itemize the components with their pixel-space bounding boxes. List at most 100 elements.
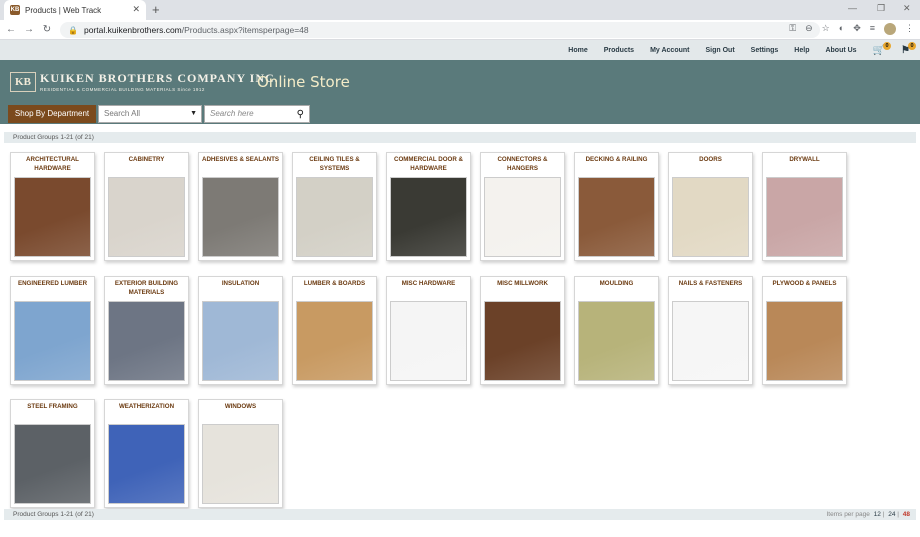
search-input[interactable]: Search here ⚲ [204,105,310,123]
category-card[interactable]: COMMERCIAL DOOR & HARDWARE [386,152,471,261]
commercial-door-image[interactable] [390,177,467,257]
search-scope-select[interactable]: Search All ▼ [98,105,202,123]
category-title[interactable]: DOORS [669,155,752,177]
lumber-lift-image[interactable] [14,300,91,381]
category-card[interactable]: ADHESIVES & SEALANTS [198,152,283,261]
profile-avatar[interactable] [884,23,896,35]
new-tab-icon[interactable]: + [152,2,160,17]
minimize-icon[interactable]: — [848,3,857,13]
puzzle-icon[interactable]: ✥ [853,23,861,35]
category-card[interactable]: WINDOWS [198,399,283,509]
category-title[interactable]: MISC MILLWORK [481,279,564,301]
nav-help[interactable]: Help [794,47,809,54]
category-title[interactable]: CONNECTORS & HANGERS [481,155,564,177]
category-title[interactable]: PLYWOOD & PANELS [763,279,846,301]
category-title[interactable]: MISC HARDWARE [387,279,470,301]
building-image[interactable] [108,300,185,381]
category-title[interactable]: ARCHITECTURAL HARDWARE [11,155,94,177]
category-card[interactable]: ENGINEERED LUMBER [10,275,95,385]
category-card[interactable]: DOORS [668,152,753,261]
shop-by-department-button[interactable]: Shop By Department [8,105,96,123]
back-icon[interactable]: ← [2,24,20,35]
per-page-12[interactable]: 12 [874,511,881,518]
nav-home[interactable]: Home [568,47,587,54]
category-card[interactable]: STEEL FRAMING [10,399,95,509]
wrapped-building-image[interactable] [108,424,185,505]
boards-image[interactable] [296,300,373,381]
caulk-gun-image[interactable] [202,177,279,257]
zoom-icon[interactable]: ⊖ [805,23,813,35]
category-card[interactable]: MISC MILLWORK [480,275,565,385]
nav-sign-out[interactable]: Sign Out [706,47,735,54]
reload-icon[interactable]: ↻ [38,24,56,35]
category-title[interactable]: LUMBER & BOARDS [293,279,376,301]
category-title[interactable]: NAILS & FASTENERS [669,279,752,301]
category-title[interactable]: CABINETRY [105,155,188,177]
hardware-display-image[interactable] [14,177,91,257]
forward-icon[interactable]: → [20,24,38,35]
category-title[interactable]: DRYWALL [763,155,846,177]
category-card[interactable]: ARCHITECTURAL HARDWARE [10,152,95,261]
category-card[interactable]: PLYWOOD & PANELS [762,275,847,385]
category-title[interactable]: COMMERCIAL DOOR & HARDWARE [387,155,470,177]
nav-settings[interactable]: Settings [751,47,779,54]
product-groups-count-bottom: Product Groups 1-21 (of 21) [13,511,94,518]
steel-truck-image[interactable] [14,424,91,505]
millwork-image[interactable] [484,300,561,381]
category-title[interactable]: INSULATION [199,279,282,301]
category-card[interactable]: CEILING TILES & SYSTEMS [292,152,377,261]
category-title[interactable]: ADHESIVES & SEALANTS [199,155,282,177]
category-card[interactable]: WEATHERIZATION [104,399,189,509]
drywall-image[interactable] [766,177,843,257]
category-card[interactable]: DRYWALL [762,152,847,261]
ceiling-image[interactable] [296,177,373,257]
category-title[interactable]: DECKING & RAILING [575,155,658,177]
restore-icon[interactable]: ❐ [877,3,885,14]
search-row: Shop By Department Search All ▼ Search h… [8,105,310,123]
category-card[interactable]: NAILS & FASTENERS [668,275,753,385]
category-card[interactable]: INSULATION [198,275,283,385]
nav-products[interactable]: Products [604,47,634,54]
media-icon[interactable]: ≡ [870,23,875,35]
category-title[interactable]: STEEL FRAMING [11,402,94,424]
close-window-icon[interactable]: ✕ [903,3,911,14]
per-page-24[interactable]: 24 [888,511,895,518]
hammer-image[interactable] [390,300,467,381]
category-title[interactable]: WINDOWS [199,402,282,424]
menu-icon[interactable]: ⋮ [905,23,914,35]
moulding-image[interactable] [578,300,655,381]
per-page-48[interactable]: 48 [903,511,910,518]
address-bar[interactable]: 🔒 portal.kuikenbrothers.com /Products.as… [60,22,820,38]
category-card[interactable]: DECKING & RAILING [574,152,659,261]
category-title[interactable]: WEATHERIZATION [105,402,188,424]
kitchen-image[interactable] [108,177,185,257]
cart-icon[interactable]: 🛒 0 [873,41,892,56]
extension-icon[interactable]: ◐ [839,23,844,35]
star-icon[interactable]: ☆ [822,23,830,35]
category-card[interactable]: CONNECTORS & HANGERS [480,152,565,261]
plywood-image[interactable] [766,300,843,381]
category-card[interactable]: LUMBER & BOARDS [292,275,377,385]
deck-image[interactable] [578,177,655,257]
category-title[interactable]: EXTERIOR BUILDING MATERIALS [105,279,188,301]
category-card[interactable]: EXTERIOR BUILDING MATERIALS [104,275,189,385]
browser-tab[interactable]: KB Products | Web Track ✕ [4,0,146,20]
nav-my-account[interactable]: My Account [650,47,689,54]
search-icon[interactable]: ⚲ [297,107,304,123]
nav-about-us[interactable]: About Us [825,47,856,54]
category-title[interactable]: ENGINEERED LUMBER [11,279,94,301]
screw-image[interactable] [672,300,749,381]
category-title[interactable]: CEILING TILES & SYSTEMS [293,155,376,177]
close-tab-icon[interactable]: ✕ [132,4,140,15]
category-title[interactable]: MOULDING [575,279,658,301]
windows-room-image[interactable] [202,424,279,505]
bookmark-flag-icon[interactable]: ⚑ 0 [901,41,916,56]
hanger-image[interactable] [484,177,561,257]
insulation-image[interactable] [202,300,279,381]
doors-image[interactable] [672,177,749,257]
category-card[interactable]: MISC HARDWARE [386,275,471,385]
category-card[interactable]: MOULDING [574,275,659,385]
category-card[interactable]: CABINETRY [104,152,189,261]
company-logo[interactable]: KB KUIKEN BROTHERS COMPANY INC. RESIDENT… [10,71,279,92]
key-icon[interactable]: ⚿ [789,23,796,35]
